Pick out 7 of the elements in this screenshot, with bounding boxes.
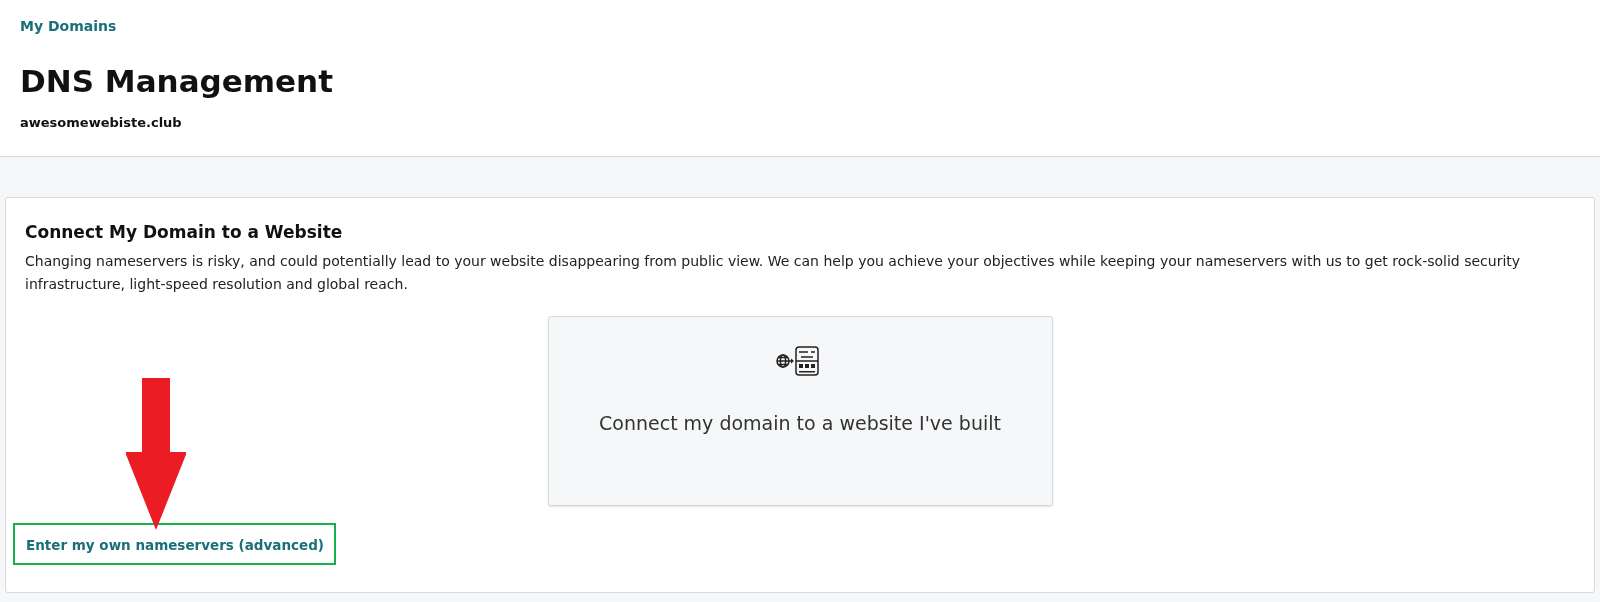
option-tile[interactable]: Connect my domain to a website I've built bbox=[547, 316, 1053, 506]
domain-name: awesomewebiste.club bbox=[20, 115, 183, 130]
section-description: Changing nameservers is risky, and could potentially lead to your website disappearing from public view. We can help you achieve your objectives while keeping your nameservers with us to get rock-solid security infrastructure, light-speed resolution and global reach. bbox=[25, 252, 1522, 294]
section-title: Connect My Domain to a Website bbox=[25, 221, 344, 244]
advanced-link[interactable]: Enter my own nameservers (advanced) bbox=[26, 537, 325, 553]
page-title: DNS Management bbox=[20, 62, 334, 101]
breadcrumb-link[interactable]: My Domains bbox=[20, 18, 117, 34]
